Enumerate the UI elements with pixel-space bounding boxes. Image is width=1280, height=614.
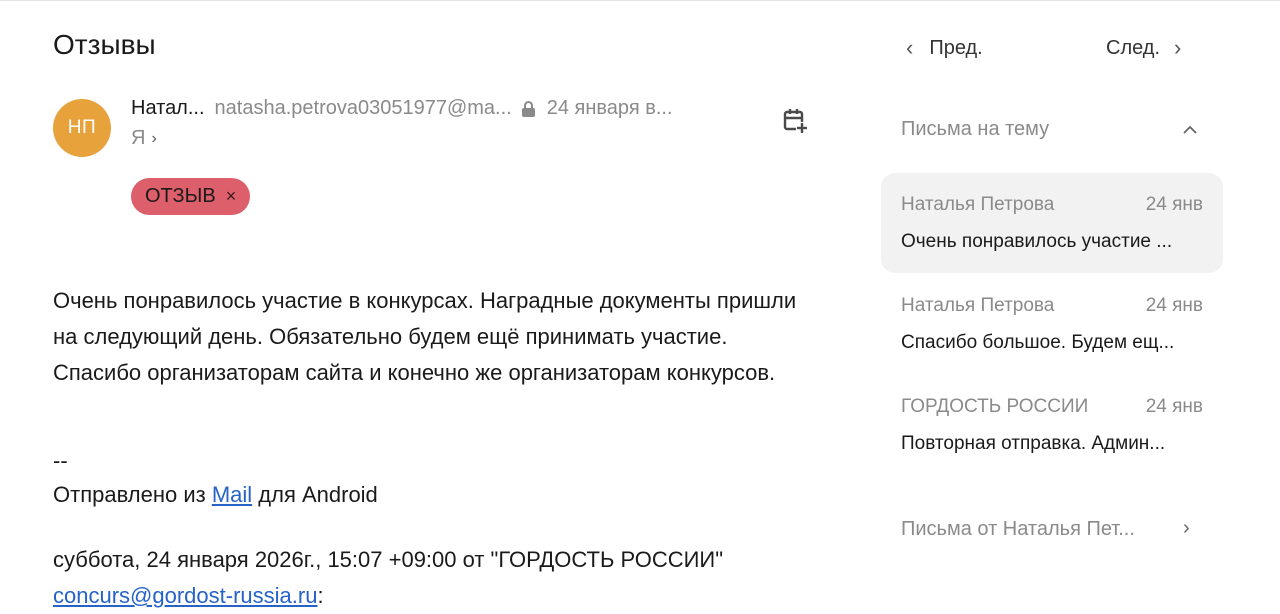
thread-item-from: Наталья Петрова: [901, 194, 1055, 215]
chevron-up-icon[interactable]: [1182, 124, 1198, 136]
next-message-button[interactable]: След. ›: [1106, 35, 1181, 61]
lock-icon: [521, 100, 535, 117]
letters-from-sender-link[interactable]: Письма от Наталья Пет...: [901, 518, 1135, 541]
sent-from-suffix: для Android: [252, 482, 378, 507]
sender-name[interactable]: Натал...: [131, 97, 205, 120]
recipient-name[interactable]: Я: [131, 127, 145, 150]
message-body: Очень понравилось участие в конкурсах. Н…: [53, 288, 797, 385]
quote-colon: :: [317, 583, 324, 608]
thread-item-subject: Повторная отправка. Админ...: [901, 433, 1166, 454]
thread-item-date: 24 янв: [1145, 194, 1203, 215]
thread-item-from: ГОРДОСТЬ РОССИИ: [901, 396, 1089, 417]
thread-heading[interactable]: Письма на тему: [901, 118, 1049, 141]
chevron-right-icon[interactable]: ›: [151, 130, 156, 148]
sent-from-line: Отправлено из Mail для Android: [53, 482, 378, 508]
thread-item-date: 24 янв: [1145, 396, 1203, 417]
sender-email[interactable]: natasha.petrova03051977@ma...: [215, 97, 512, 120]
sender-avatar[interactable]: НП: [53, 99, 111, 157]
page-title: Отзывы: [53, 29, 156, 60]
chevron-right-icon[interactable]: ›: [1183, 517, 1190, 540]
remove-tag-icon[interactable]: ×: [226, 186, 237, 207]
quote-email-link[interactable]: concurs@gordost-russia.ru: [53, 583, 317, 608]
thread-item-subject: Очень понравилось участие ...: [901, 231, 1173, 252]
quote-header: суббота, 24 января 2026г., 15:07 +09:00 …: [53, 542, 773, 614]
thread-item-from: Наталья Петрова: [901, 295, 1055, 316]
prev-label: Пред.: [929, 36, 983, 59]
calendar-add-icon[interactable]: [783, 107, 809, 135]
label-tag[interactable]: ОТЗЫВ ×: [131, 178, 251, 215]
chevron-right-icon: ›: [1174, 35, 1182, 60]
thread-item[interactable]: ГОРДОСТЬ РОССИИ 24 янв Повторная отправк…: [881, 375, 1223, 475]
thread-item[interactable]: Наталья Петрова 24 янв Спасибо большое. …: [881, 274, 1223, 374]
sender-line: Натал... natasha.petrova03051977@ma... 2…: [131, 97, 673, 120]
recipient-line[interactable]: Я ›: [131, 127, 157, 150]
quote-header-text: суббота, 24 января 2026г., 15:07 +09:00 …: [53, 547, 724, 572]
thread-item-date: 24 янв: [1145, 295, 1203, 316]
message-date: 24 января в...: [546, 97, 673, 119]
thread-item[interactable]: Наталья Петрова 24 янв Очень понравилось…: [881, 173, 1223, 273]
mail-link[interactable]: Mail: [212, 482, 252, 507]
sent-from-prefix: Отправлено из: [53, 482, 212, 507]
thread-item-subject: Спасибо большое. Будем ещ...: [901, 332, 1175, 353]
prev-message-button[interactable]: ‹ Пред.: [906, 35, 983, 61]
tag-label: ОТЗЫВ: [145, 185, 216, 207]
signature-separator: --: [53, 448, 68, 473]
chevron-left-icon: ‹: [906, 35, 914, 60]
next-label: След.: [1106, 36, 1161, 59]
